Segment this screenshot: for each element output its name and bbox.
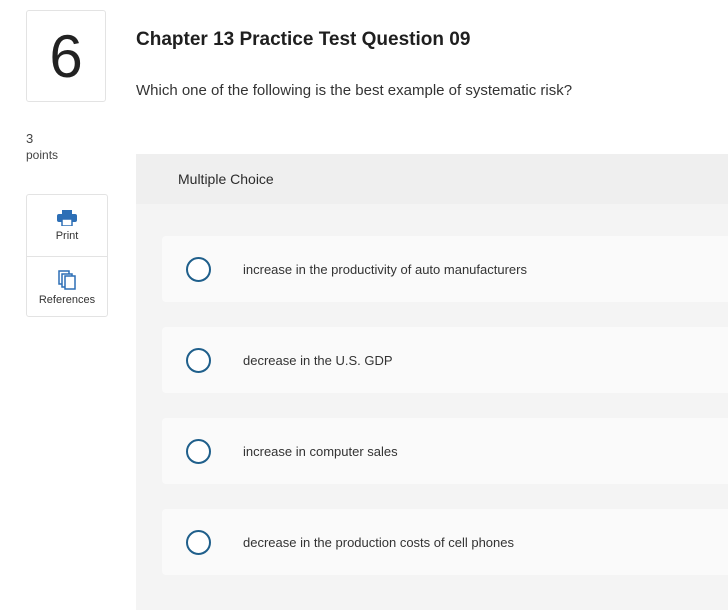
tools-panel: Print References [26, 194, 108, 317]
question-text: Which one of the following is the best e… [136, 82, 573, 99]
question-number: 6 [49, 22, 83, 90]
choice-option[interactable]: increase in computer sales [162, 418, 728, 484]
answer-panel: Multiple Choice increase in the producti… [136, 154, 728, 610]
answer-type-header: Multiple Choice [136, 154, 728, 204]
choice-label: decrease in the U.S. GDP [243, 352, 393, 368]
question-number-box: 6 [26, 10, 106, 102]
radio-button[interactable] [186, 529, 211, 555]
points-value: 3 [26, 131, 34, 146]
print-label: Print [55, 229, 79, 242]
answer-type-label: Multiple Choice [178, 171, 274, 187]
radio-button[interactable] [186, 438, 211, 464]
choice-option[interactable]: increase in the productivity of auto man… [162, 236, 728, 302]
radio-button[interactable] [186, 256, 211, 282]
choice-option[interactable]: decrease in the U.S. GDP [162, 327, 728, 393]
references-button[interactable]: References [27, 256, 107, 318]
references-label: References [38, 293, 96, 306]
choice-label: increase in the productivity of auto man… [243, 261, 527, 277]
question-title: Chapter 13 Practice Test Question 09 [136, 29, 471, 50]
choice-option[interactable]: decrease in the production costs of cell… [162, 509, 728, 575]
print-button[interactable]: Print [27, 195, 107, 256]
choice-label: decrease in the production costs of cell… [243, 534, 515, 550]
printer-icon [57, 209, 77, 226]
choice-label: increase in computer sales [243, 443, 398, 459]
points-label: points [26, 148, 59, 162]
question-page: 6 3 points Print References Chapter 13 P… [0, 0, 728, 610]
points-indicator: 3 points [26, 131, 58, 163]
radio-button[interactable] [186, 347, 211, 373]
references-icon [58, 269, 76, 290]
